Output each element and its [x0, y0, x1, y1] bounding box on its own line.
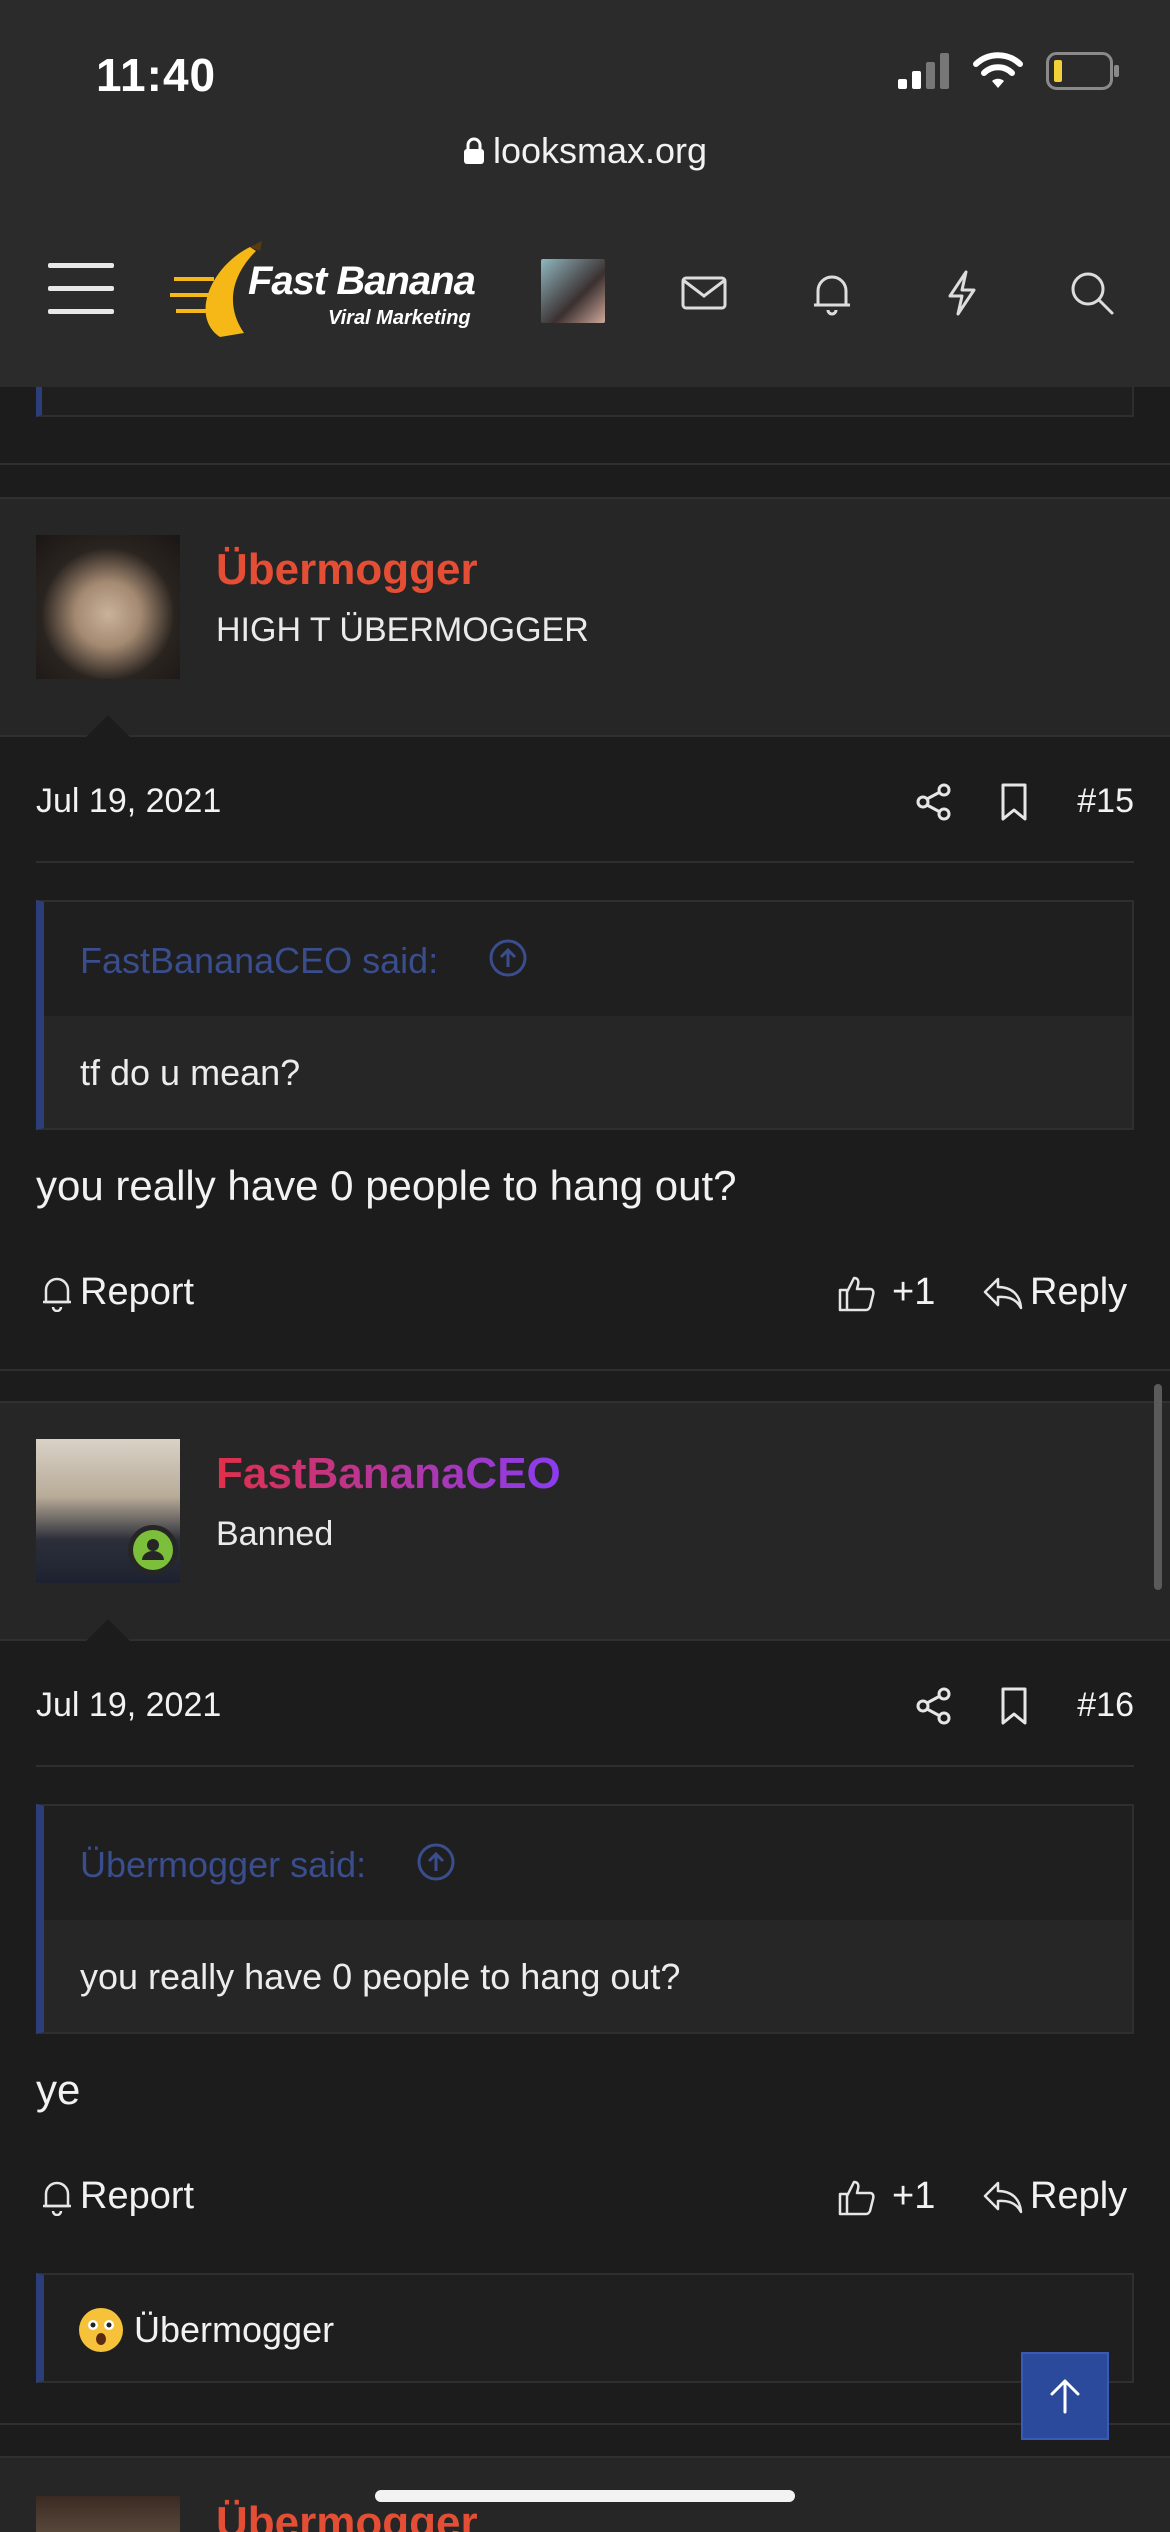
- menu-line: [48, 309, 114, 314]
- report-label: Report: [80, 1271, 195, 1313]
- divider: [36, 861, 1134, 863]
- reply-arrow-icon: [983, 1277, 1023, 1309]
- avatar[interactable]: [36, 535, 180, 679]
- search-icon[interactable]: [1068, 269, 1116, 317]
- home-indicator[interactable]: [375, 2490, 795, 2502]
- logo-title: Fast Banana: [248, 259, 476, 303]
- reply-label: Reply: [1030, 2175, 1128, 2217]
- menu-button[interactable]: [48, 263, 114, 317]
- divider: [36, 1765, 1134, 1767]
- post-meta: Jul 19, 2021 #16: [36, 1676, 1134, 1736]
- like-button[interactable]: +1: [836, 1271, 935, 1314]
- jump-to-quote-icon[interactable]: [416, 1842, 456, 1882]
- username-link[interactable]: Übermogger: [216, 2498, 478, 2532]
- quote-block: FastBananaCEO said: tf do u mean?: [36, 900, 1134, 1130]
- lightning-icon[interactable]: [938, 269, 986, 317]
- avatar-notch: [86, 715, 130, 737]
- reply-arrow-icon: [983, 2181, 1023, 2213]
- post-message: you really have 0 people to hang out?: [36, 1162, 737, 1209]
- share-icon[interactable]: [914, 782, 954, 822]
- thumbs-up-icon: [838, 1276, 875, 1311]
- quote-body: tf do u mean?: [44, 1016, 1132, 1128]
- site-logo[interactable]: Fast Banana Viral Marketing: [170, 237, 480, 347]
- status-time: 11:40: [96, 49, 217, 101]
- like-count: +1: [892, 2175, 936, 2217]
- nav-user-avatar[interactable]: [541, 259, 605, 323]
- user-title: Banned: [216, 1515, 334, 1553]
- post-user-block: FastBananaCEO Banned: [0, 1401, 1170, 1641]
- address-bar[interactable]: looksmax.org: [0, 122, 1170, 197]
- post-actions: Report +1 Reply: [36, 2169, 1134, 2229]
- url-text: looksmax.org: [492, 130, 708, 171]
- post-date[interactable]: Jul 19, 2021: [36, 782, 221, 821]
- post-actions: Report +1 Reply: [36, 1265, 1134, 1325]
- signal-icon: [898, 53, 949, 89]
- previous-reaction-bar: [36, 387, 1134, 417]
- url-field[interactable]: looksmax.org: [0, 130, 1170, 172]
- reply-label: Reply: [1030, 1271, 1128, 1313]
- share-icon[interactable]: [914, 1686, 954, 1726]
- quote-author-link[interactable]: Übermogger said:: [80, 1844, 366, 1886]
- thumbs-up-icon: [838, 2180, 875, 2215]
- astonished-emoji-icon: [79, 2308, 123, 2352]
- avatar-notch: [86, 1619, 130, 1641]
- jump-to-quote-icon[interactable]: [488, 938, 528, 978]
- menu-line: [48, 286, 114, 291]
- wifi-icon: [973, 52, 1023, 88]
- divider: [0, 463, 1170, 465]
- bookmark-icon[interactable]: [994, 1686, 1034, 1726]
- scrollbar[interactable]: [1154, 1384, 1162, 1590]
- post-message: ye: [36, 2066, 81, 2113]
- menu-line: [48, 263, 114, 268]
- report-bell-icon: [43, 1277, 71, 1312]
- battery-icon: [1046, 52, 1119, 90]
- logo-subtitle: Viral Marketing: [328, 307, 471, 329]
- quote-text: you really have 0 people to hang out?: [80, 1956, 681, 1997]
- post-date[interactable]: Jul 19, 2021: [36, 1686, 221, 1725]
- lock-icon: [463, 137, 484, 164]
- reaction-user[interactable]: Übermogger: [134, 2309, 334, 2351]
- divider: [0, 2423, 1170, 2425]
- avatar[interactable]: [36, 2496, 180, 2532]
- bell-icon[interactable]: [808, 269, 856, 317]
- username-link[interactable]: FastBananaCEO: [216, 1449, 561, 1499]
- arrow-up-icon: [1050, 2379, 1080, 2414]
- status-bar: 11:40: [0, 0, 1170, 122]
- post-user-block: Übermogger HIGH T ÜBERMOGGER: [0, 497, 1170, 737]
- like-button[interactable]: +1: [836, 2175, 935, 2218]
- post-number[interactable]: #15: [1077, 782, 1134, 821]
- report-button[interactable]: Report: [40, 2175, 194, 2218]
- online-status-icon: [128, 1525, 178, 1575]
- quote-header: FastBananaCEO said:: [44, 902, 1132, 1016]
- thread-content: Übermogger HIGH T ÜBERMOGGER Jul 19, 202…: [0, 387, 1170, 2532]
- quote-header: Übermogger said:: [44, 1806, 1132, 1920]
- username-link[interactable]: Übermogger: [216, 545, 478, 595]
- post-meta: Jul 19, 2021 #15: [36, 772, 1134, 832]
- report-button[interactable]: Report: [40, 1271, 194, 1314]
- scroll-to-top-button[interactable]: [1021, 2352, 1109, 2440]
- bookmark-icon[interactable]: [994, 782, 1034, 822]
- report-label: Report: [80, 2175, 195, 2217]
- reply-button[interactable]: Reply: [982, 2175, 1127, 2218]
- status-icons: [898, 52, 1120, 90]
- like-count: +1: [892, 1271, 936, 1313]
- mail-icon[interactable]: [680, 269, 728, 317]
- post-number[interactable]: #16: [1077, 1686, 1134, 1725]
- reaction-bar[interactable]: Übermogger: [36, 2273, 1134, 2383]
- quote-block: Übermogger said: you really have 0 peopl…: [36, 1804, 1134, 2034]
- reply-button[interactable]: Reply: [982, 1271, 1127, 1314]
- report-bell-icon: [43, 2181, 71, 2216]
- quote-body: you really have 0 people to hang out?: [44, 1920, 1132, 2032]
- quote-author-link[interactable]: FastBananaCEO said:: [80, 940, 438, 982]
- divider: [0, 1369, 1170, 1371]
- site-header: Fast Banana Viral Marketing: [0, 197, 1170, 387]
- quote-text: tf do u mean?: [80, 1052, 301, 1093]
- user-title: HIGH T ÜBERMOGGER: [216, 611, 589, 649]
